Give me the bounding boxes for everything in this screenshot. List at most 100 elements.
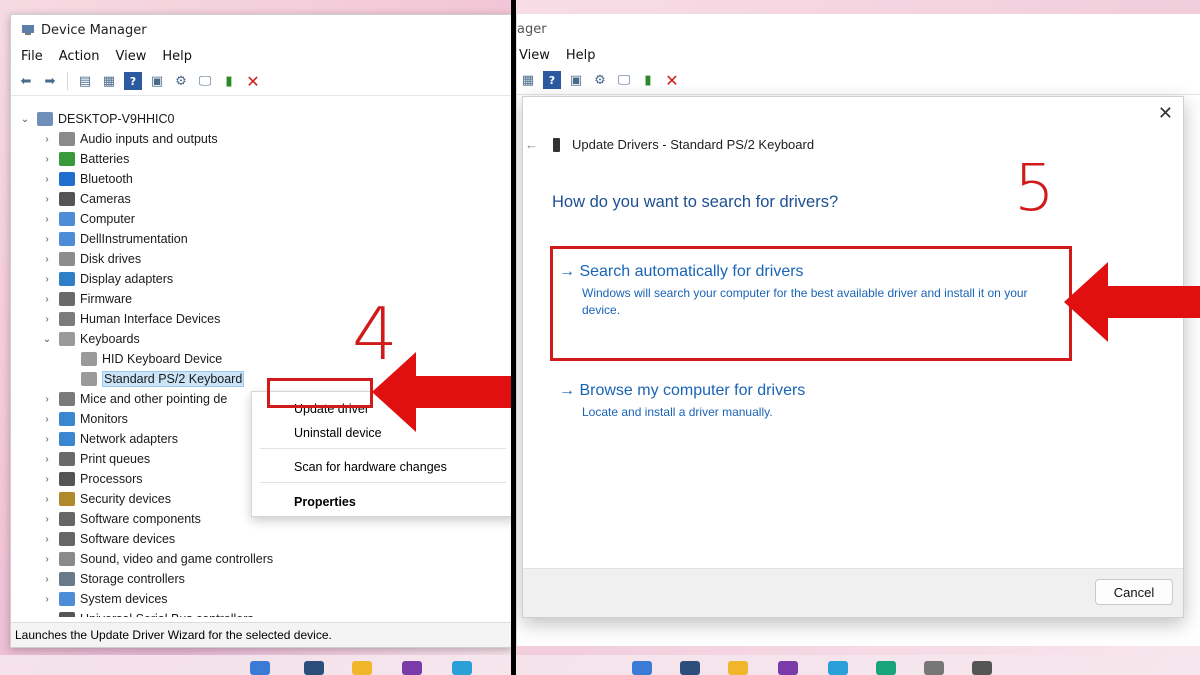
disk-icon xyxy=(59,252,75,266)
tree-category[interactable]: › Cameras xyxy=(41,189,131,209)
folder-icon[interactable] xyxy=(728,661,748,675)
scan-hardware-icon[interactable]: ⚙ xyxy=(172,72,190,90)
back-arrow-icon[interactable]: ← xyxy=(525,137,538,152)
chevron-right-icon[interactable]: › xyxy=(41,434,53,445)
chevron-right-icon[interactable]: › xyxy=(41,514,53,525)
chevron-right-icon[interactable]: › xyxy=(41,174,53,185)
tree-category[interactable]: › System devices xyxy=(41,589,168,609)
dialog-header: Update Drivers - Standard PS/2 Keyboard xyxy=(553,137,814,152)
chevron-right-icon[interactable]: › xyxy=(41,294,53,305)
chevron-right-icon[interactable]: › xyxy=(41,154,53,165)
cancel-button[interactable]: Cancel xyxy=(1095,579,1173,605)
close-icon[interactable]: ✕ xyxy=(1158,103,1173,124)
chevron-right-icon[interactable]: › xyxy=(41,534,53,545)
tree-category[interactable]: › Universal Serial Bus controllers xyxy=(41,609,254,617)
monitor-view-icon[interactable]: 🖵 xyxy=(615,71,633,89)
menu-file[interactable]: File xyxy=(13,49,51,64)
chevron-right-icon[interactable]: › xyxy=(41,394,53,405)
tree-category[interactable]: › Security devices xyxy=(41,489,171,509)
menu-help[interactable]: Help xyxy=(558,48,604,63)
tree-category[interactable]: › Processors xyxy=(41,469,143,489)
chevron-right-icon[interactable]: › xyxy=(41,474,53,485)
show-hide-tree-icon[interactable]: ▤ xyxy=(76,72,94,90)
processor-icon xyxy=(59,472,75,486)
chevron-right-icon[interactable]: › xyxy=(41,274,53,285)
chevron-right-icon[interactable]: › xyxy=(41,314,53,325)
tree-category[interactable]: › Print queues xyxy=(41,449,150,469)
chevron-right-icon[interactable]: › xyxy=(41,254,53,265)
start-icon[interactable] xyxy=(250,661,270,675)
tree-item-label: Firmware xyxy=(80,292,133,306)
menu-view[interactable]: View xyxy=(517,48,558,63)
chevron-right-icon[interactable]: › xyxy=(41,574,53,585)
forward-icon[interactable]: ➡ xyxy=(41,72,59,90)
taskbar-app-icon[interactable] xyxy=(778,661,798,675)
taskbar-app-icon[interactable] xyxy=(828,661,848,675)
tree-category[interactable]: › Batteries xyxy=(41,149,129,169)
back-icon[interactable]: ⬅ xyxy=(17,72,35,90)
taskbar-app-icon[interactable] xyxy=(402,661,422,675)
chevron-right-icon[interactable]: › xyxy=(41,594,53,605)
menu-action[interactable]: Action xyxy=(51,49,108,64)
root-node[interactable]: ⌄ DESKTOP-V9HHIC0 xyxy=(19,109,174,129)
tree-category[interactable]: › DellInstrumentation xyxy=(41,229,188,249)
uninstall-icon[interactable]: ✕ xyxy=(244,72,262,91)
browse-computer-option[interactable]: → Browse my computer for drivers Locate … xyxy=(559,382,1059,421)
help-icon[interactable]: ? xyxy=(124,72,142,90)
enable-device-icon[interactable]: ▮ xyxy=(220,72,238,90)
tree-category[interactable]: ⌄ Keyboards xyxy=(41,329,140,349)
properties-menu-item[interactable]: Properties xyxy=(294,495,356,509)
tree-category[interactable]: › Firmware xyxy=(41,289,132,309)
taskbar-app-icon[interactable] xyxy=(680,661,700,675)
scan-hardware-menu-item[interactable]: Scan for hardware changes xyxy=(294,460,447,474)
chevron-right-icon[interactable]: › xyxy=(41,494,53,505)
tree-category[interactable]: › Computer xyxy=(41,209,135,229)
view-icon[interactable]: ▣ xyxy=(148,72,166,90)
chevron-right-icon[interactable]: › xyxy=(41,554,53,565)
properties-icon[interactable]: ▦ xyxy=(100,72,118,90)
uninstall-icon[interactable]: ✕ xyxy=(663,71,681,90)
chevron-right-icon[interactable]: › xyxy=(41,194,53,205)
tree-category[interactable]: › Network adapters xyxy=(41,429,178,449)
scan-hardware-icon[interactable]: ⚙ xyxy=(591,71,609,89)
tree-category[interactable]: › Monitors xyxy=(41,409,128,429)
tree-child-item[interactable]: HID Keyboard Device xyxy=(81,349,222,369)
tree-category[interactable]: › Sound, video and game controllers xyxy=(41,549,273,569)
chevron-down-icon[interactable]: ⌄ xyxy=(41,334,53,345)
chevron-right-icon[interactable]: › xyxy=(41,214,53,225)
uninstall-device-menu-item[interactable]: Uninstall device xyxy=(294,426,382,440)
menu-view[interactable]: View xyxy=(107,49,154,64)
tree-category[interactable]: › Disk drives xyxy=(41,249,141,269)
chevron-right-icon[interactable]: › xyxy=(41,134,53,145)
tree-category[interactable]: › Mice and other pointing de xyxy=(41,389,227,409)
chevron-down-icon[interactable]: ⌄ xyxy=(19,114,31,125)
settings-icon[interactable] xyxy=(924,661,944,675)
properties-icon[interactable]: ▦ xyxy=(519,71,537,89)
tree-category[interactable]: › Display adapters xyxy=(41,269,173,289)
tree-category[interactable]: › Software components xyxy=(41,509,201,529)
view-icon[interactable]: ▣ xyxy=(567,71,585,89)
tree-category[interactable]: › Human Interface Devices xyxy=(41,309,220,329)
folder-icon[interactable] xyxy=(352,661,372,675)
software-icon xyxy=(59,512,75,526)
tree-item-label: Monitors xyxy=(80,412,128,426)
enable-device-icon[interactable]: ▮ xyxy=(639,71,657,89)
monitor-view-icon[interactable]: 🖵 xyxy=(196,72,214,90)
taskbar-app-icon[interactable] xyxy=(452,661,472,675)
chevron-right-icon[interactable]: › xyxy=(41,614,53,618)
edge-icon[interactable] xyxy=(876,661,896,675)
tree-category[interactable]: › Software devices xyxy=(41,529,175,549)
tree-child-item[interactable]: Standard PS/2 Keyboard xyxy=(81,369,245,389)
start-icon[interactable] xyxy=(632,661,652,675)
chevron-right-icon[interactable]: › xyxy=(41,234,53,245)
taskbar-app-icon[interactable] xyxy=(304,661,324,675)
chevron-right-icon[interactable]: › xyxy=(41,454,53,465)
help-icon[interactable]: ? xyxy=(543,71,561,89)
tree-category[interactable]: › Bluetooth xyxy=(41,169,133,189)
tree-category[interactable]: › Audio inputs and outputs xyxy=(41,129,218,149)
tree-category[interactable]: › Storage controllers xyxy=(41,569,185,589)
menu-help[interactable]: Help xyxy=(154,49,200,64)
chevron-right-icon[interactable]: › xyxy=(41,414,53,425)
device-manager-taskbar-icon[interactable] xyxy=(972,661,992,675)
printer-icon xyxy=(59,452,75,466)
